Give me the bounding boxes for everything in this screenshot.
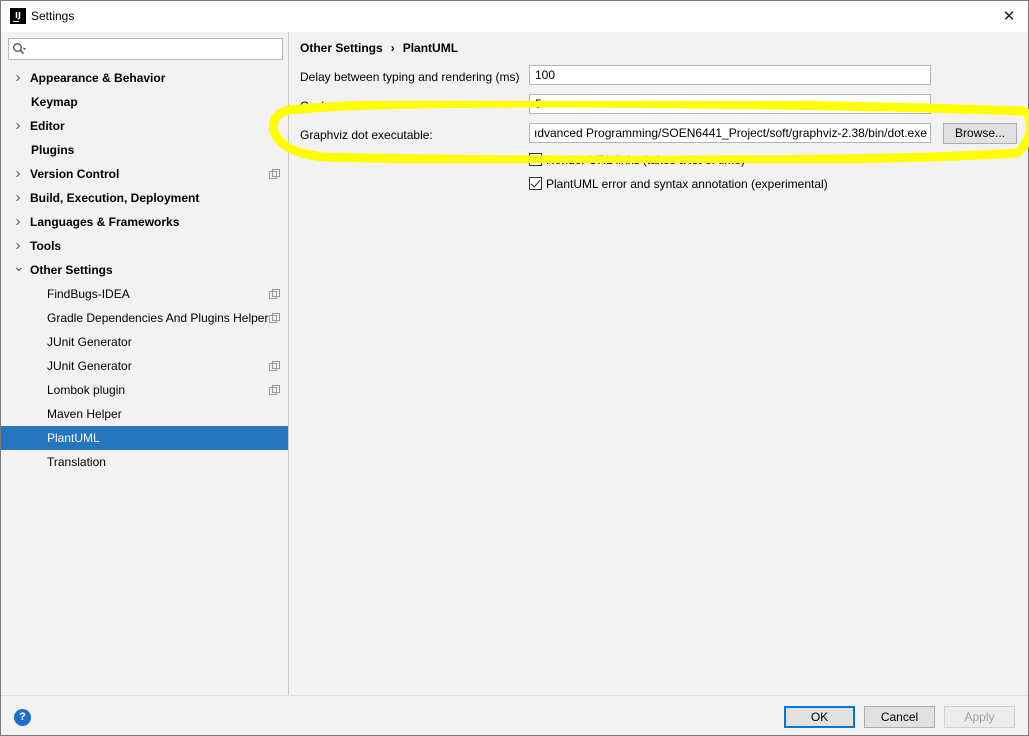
help-icon[interactable]: ? (14, 709, 31, 726)
sidebar-item-languages-frameworks[interactable]: › Languages & Frameworks (1, 210, 288, 234)
sidebar-item-label: Tools (30, 239, 62, 253)
project-settings-icon (269, 169, 280, 179)
breadcrumb-separator: › (390, 41, 395, 55)
delay-input[interactable]: 100 (529, 65, 931, 85)
render-url-checkbox[interactable] (529, 153, 542, 166)
sidebar-item-keymap[interactable]: Keymap (1, 90, 288, 114)
breadcrumb: Other Settings › PlantUML (300, 41, 458, 55)
intellij-app-icon: IJ (10, 8, 26, 24)
browse-button[interactable]: Browse... (943, 123, 1017, 144)
delay-label: Delay between typing and rendering (ms) (300, 70, 520, 84)
sidebar-item-label: Lombok plugin (47, 383, 126, 397)
sidebar-item-label: Gradle Dependencies And Plugins Helper (47, 311, 269, 325)
project-settings-icon (269, 361, 280, 371)
ok-button[interactable]: OK (784, 706, 855, 728)
sidebar-item-label: JUnit Generator (47, 335, 132, 349)
sidebar-item-plantuml[interactable]: PlantUML (1, 426, 288, 450)
sidebar-item-label: Editor (30, 119, 65, 133)
title-bar: IJ Settings ✕ (1, 1, 1028, 32)
sidebar-item-label: FindBugs-IDEA (47, 287, 130, 301)
settings-window: IJ Settings ✕ › Appearance & Behavior Keym… (0, 0, 1029, 736)
cache-size-input[interactable]: 5 (529, 94, 931, 114)
chevron-right-icon[interactable]: › (13, 210, 23, 234)
sidebar-item-editor[interactable]: › Editor (1, 114, 288, 138)
chevron-down-icon[interactable]: ⌄ (13, 254, 25, 278)
sidebar-item-tools[interactable]: › Tools (1, 234, 288, 258)
sidebar-item-plugins[interactable]: Plugins (1, 138, 288, 162)
render-url-label: Render URL links (takes a lot of time) (546, 153, 745, 167)
settings-sidebar: › Appearance & Behavior Keymap › Editor Plugi… (1, 32, 289, 695)
error-annotation-label: PlantUML error and syntax annotation (ex… (546, 177, 828, 191)
settings-tree: › Appearance & Behavior Keymap › Editor Plugi… (1, 66, 288, 474)
error-annotation-checkbox[interactable] (529, 177, 542, 190)
sidebar-item-label: Keymap (31, 95, 78, 109)
plantuml-settings-panel: Other Settings › PlantUML Delay between ty… (290, 32, 1028, 695)
search-icon (13, 43, 26, 55)
search-input[interactable] (8, 38, 283, 60)
project-settings-icon (269, 289, 280, 299)
window-title: Settings (31, 9, 75, 23)
sidebar-item-label: Other Settings (30, 263, 113, 277)
close-icon[interactable]: ✕ (999, 6, 1019, 26)
graphviz-path-input[interactable]: ıdvanced Programming/SOEN6441_Project/so… (529, 123, 931, 143)
sidebar-item-lombok-plugin[interactable]: Lombok plugin (1, 378, 288, 402)
dialog-footer: ? OK Cancel Apply (1, 695, 1028, 735)
sidebar-item-gradle-dependencies-and-plugins-helper[interactable]: Gradle Dependencies And Plugins Helper (1, 306, 288, 330)
sidebar-item-version-control[interactable]: › Version Control (1, 162, 288, 186)
sidebar-item-label: Appearance & Behavior (30, 71, 166, 85)
chevron-right-icon[interactable]: › (13, 114, 23, 138)
graphviz-label: Graphviz dot executable: (300, 128, 433, 142)
sidebar-item-label: Maven Helper (47, 407, 122, 421)
cache-size-label: Cache size (300, 99, 360, 113)
sidebar-item-findbugs-idea[interactable]: FindBugs-IDEA (1, 282, 288, 306)
cancel-button[interactable]: Cancel (864, 706, 935, 728)
chevron-right-icon[interactable]: › (13, 66, 23, 90)
sidebar-item-other-settings[interactable]: ⌄ Other Settings (1, 258, 288, 282)
apply-button[interactable]: Apply (944, 706, 1015, 728)
sidebar-item-label: Plugins (31, 143, 75, 157)
sidebar-item-label: Languages & Frameworks (30, 215, 180, 229)
sidebar-item-appearance-behavior[interactable]: › Appearance & Behavior (1, 66, 288, 90)
sidebar-item-label: PlantUML (47, 431, 100, 445)
breadcrumb-current: PlantUML (402, 41, 459, 55)
project-settings-icon (269, 385, 280, 395)
chevron-right-icon[interactable]: › (13, 186, 23, 210)
sidebar-item-label: JUnit Generator (47, 359, 132, 373)
sidebar-item-label: Version Control (30, 167, 120, 181)
sidebar-item-junit-generator[interactable]: JUnit Generator (1, 330, 288, 354)
sidebar-item-label: Translation (47, 455, 106, 469)
sidebar-item-maven-helper[interactable]: Maven Helper (1, 402, 288, 426)
sidebar-item-translation[interactable]: Translation (1, 450, 288, 474)
sidebar-item-build-execution-deployment[interactable]: › Build, Execution, Deployment (1, 186, 288, 210)
sidebar-item-junit-generator[interactable]: JUnit Generator (1, 354, 288, 378)
chevron-right-icon[interactable]: › (13, 162, 23, 186)
project-settings-icon (269, 313, 280, 323)
sidebar-item-label: Build, Execution, Deployment (30, 191, 200, 205)
breadcrumb-parent[interactable]: Other Settings (300, 41, 383, 55)
